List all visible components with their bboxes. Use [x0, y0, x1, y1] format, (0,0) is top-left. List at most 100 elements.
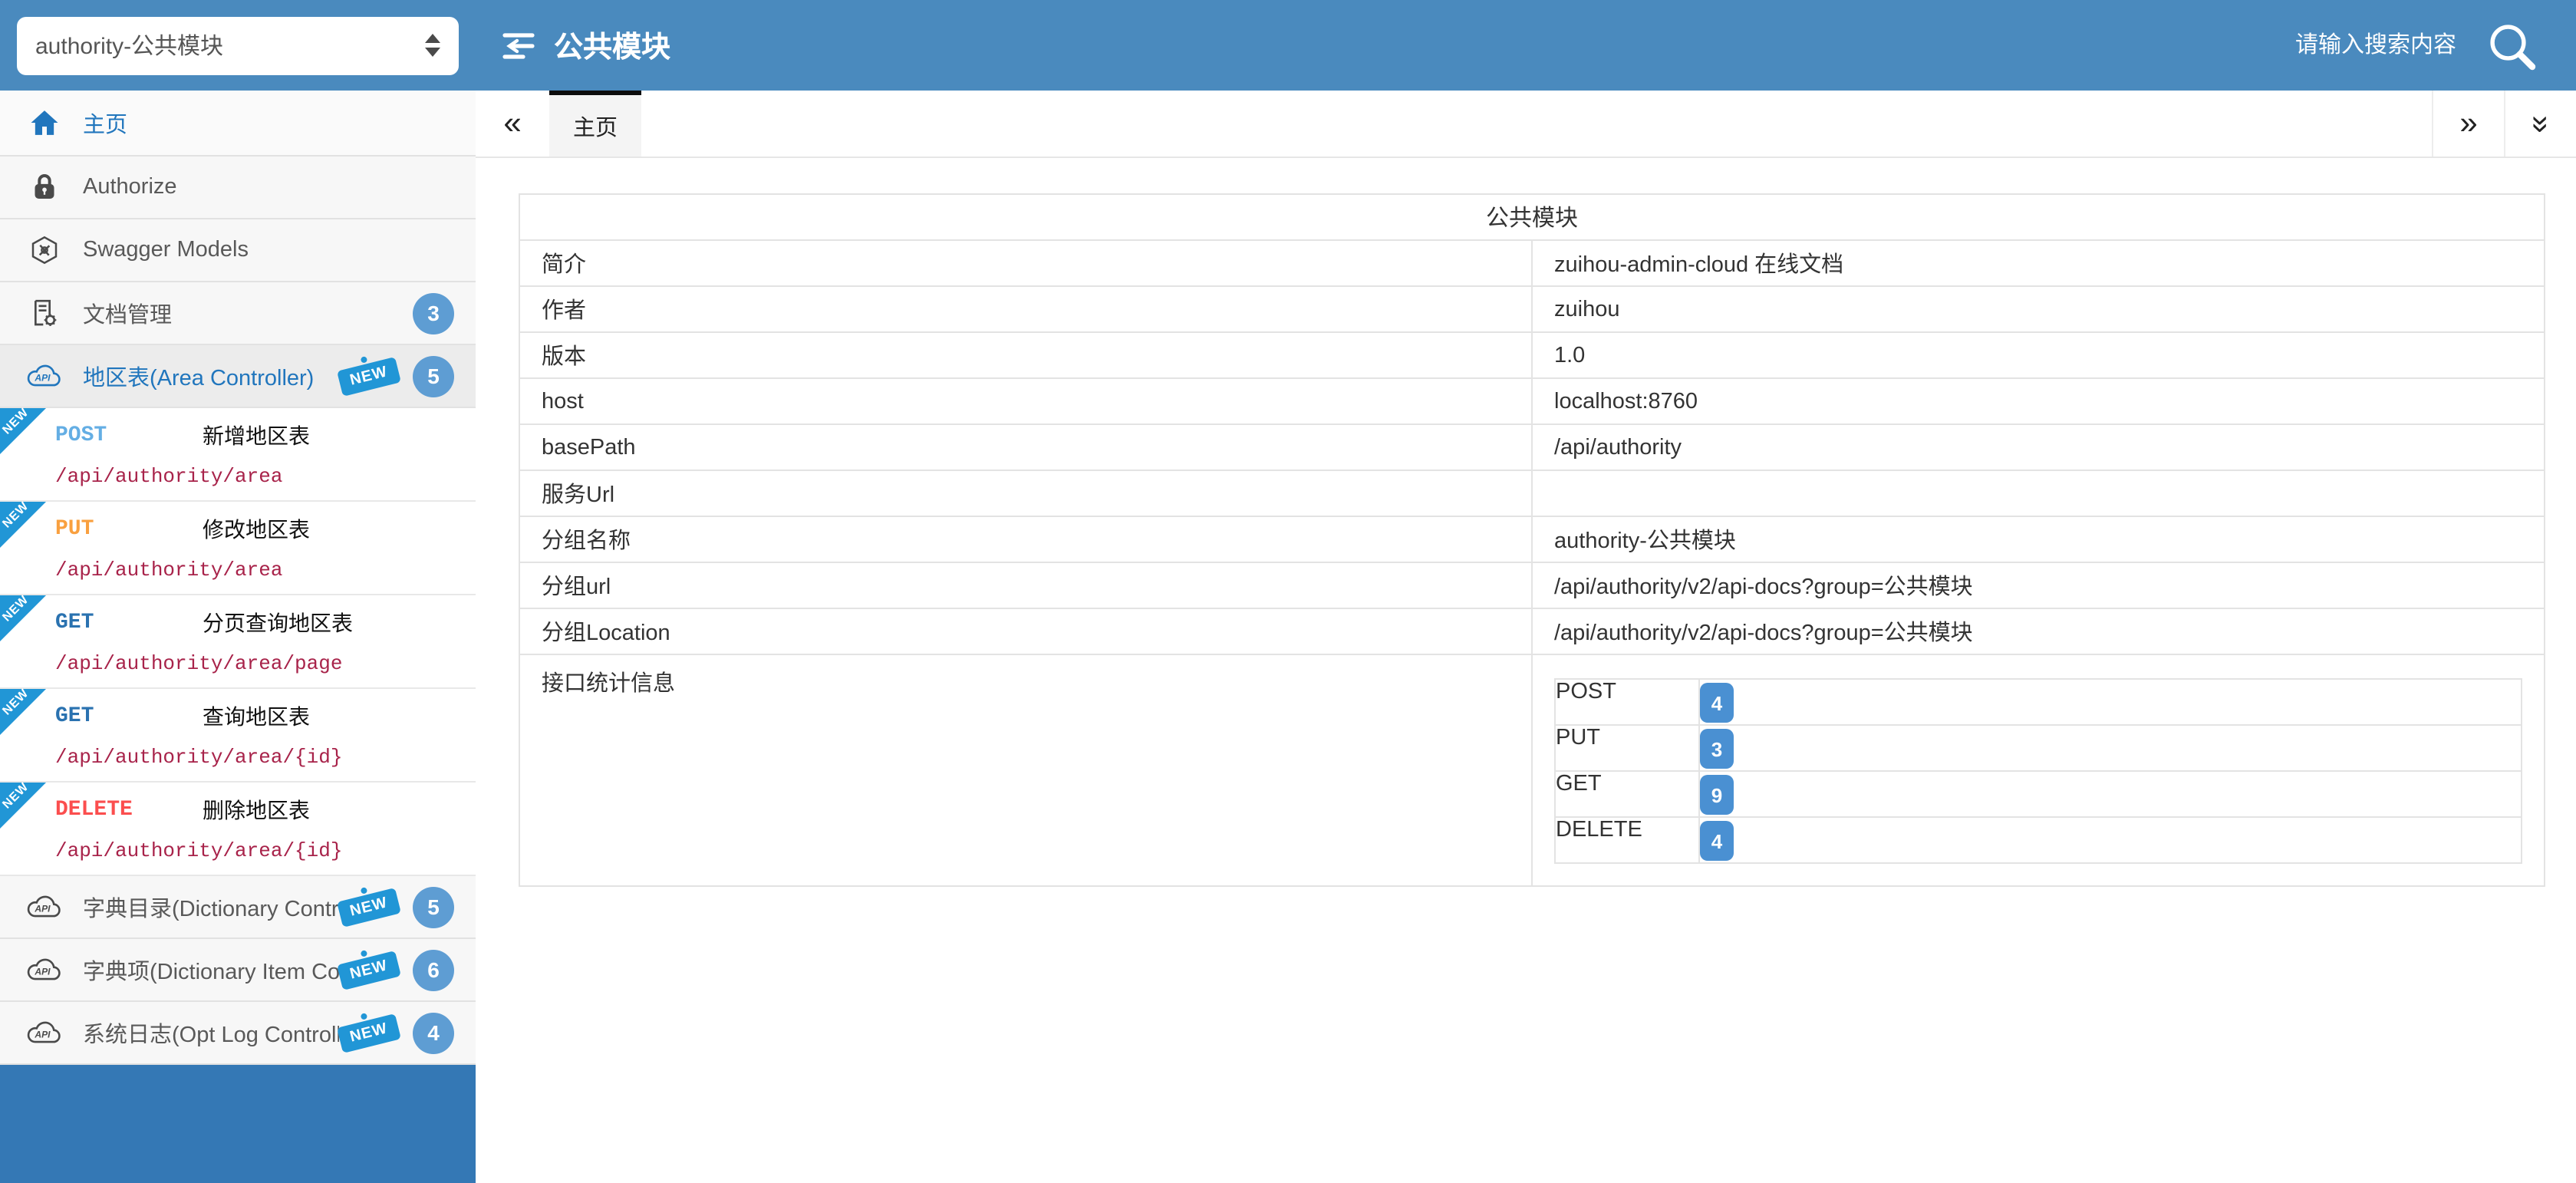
app-title: 公共模块 — [499, 25, 670, 66]
row-label: 服务Url — [519, 470, 1532, 516]
row-label: 简介 — [519, 240, 1532, 286]
module-info-table: 公共模块 简介 zuihou-admin-cloud 在线文档 作者 zuiho… — [519, 193, 2545, 887]
cloud-api-icon: API — [25, 1017, 64, 1048]
row-label: 版本 — [519, 332, 1532, 378]
row-value: POST 4 PUT 3 GET 9 DELETE — [1532, 654, 2545, 886]
stats-count-badge: 4 — [1700, 683, 1734, 723]
stats-count-badge: 4 — [1700, 821, 1734, 861]
row-value: /api/authority/v2/api-docs?group=公共模块 — [1532, 608, 2545, 654]
api-stats-table: POST 4 PUT 3 GET 9 DELETE — [1554, 678, 2522, 864]
table-row: 简介 zuihou-admin-cloud 在线文档 — [519, 240, 2545, 286]
collapse-left-icon[interactable]: « — [476, 91, 549, 157]
stats-row: PUT 3 — [1555, 725, 2522, 771]
table-row: 服务Url — [519, 470, 2545, 516]
table-title: 公共模块 — [519, 194, 2545, 240]
stats-row: GET 9 — [1555, 771, 2522, 817]
svg-text:API: API — [34, 1030, 51, 1040]
cloud-api-icon: API — [25, 891, 64, 922]
new-ribbon-icon: NEW — [0, 408, 46, 454]
group-select[interactable]: authority-公共模块 — [17, 16, 459, 74]
http-method: PUT — [55, 517, 203, 542]
svg-text:API: API — [34, 967, 51, 977]
stats-method: PUT — [1555, 725, 1699, 771]
new-tag: NEW — [337, 356, 401, 396]
table-row: 分组url /api/authority/v2/api-docs?group=公… — [519, 562, 2545, 608]
cloud-api-icon: API — [25, 361, 64, 391]
row-label: 分组Location — [519, 608, 1532, 654]
new-ribbon-icon: NEW — [0, 783, 46, 829]
sidebar-item-swagger-models[interactable]: Swagger Models — [0, 219, 476, 282]
endpoint-name: 查询地区表 — [203, 701, 310, 732]
expand-right-icon[interactable]: » — [2432, 91, 2504, 157]
sidebar-item-label: Authorize — [83, 175, 454, 199]
document-gear-icon — [25, 298, 64, 328]
count-badge: 5 — [413, 355, 454, 397]
endpoint-path: /api/authority/area/{id} — [55, 839, 466, 862]
endpoint-path: /api/authority/area — [55, 465, 466, 488]
main-content: 公共模块 简介 zuihou-admin-cloud 在线文档 作者 zuiho… — [476, 160, 2576, 1183]
endpoint-name: 修改地区表 — [203, 514, 310, 545]
row-label: 作者 — [519, 286, 1532, 332]
row-value: /api/authority/v2/api-docs?group=公共模块 — [1532, 562, 2545, 608]
endpoint-path: /api/authority/area/page — [55, 652, 466, 675]
endpoint-list: NEW POST 新增地区表 /api/authority/area NEW P… — [0, 408, 476, 876]
stats-count-badge: 9 — [1700, 775, 1734, 815]
sidebar-item-dictionary-controller[interactable]: API 字典目录(Dictionary Controller) NEW 5 — [0, 876, 476, 939]
endpoint-get-area-id[interactable]: NEW GET 查询地区表 /api/authority/area/{id} — [0, 689, 476, 783]
count-badge: 6 — [413, 949, 454, 990]
stats-method: POST — [1555, 679, 1699, 725]
endpoint-post-area[interactable]: NEW POST 新增地区表 /api/authority/area — [0, 408, 476, 502]
row-value: authority-公共模块 — [1532, 516, 2545, 562]
sidebar-item-opt-log-controller[interactable]: API 系统日志(Opt Log Controller) NEW 4 — [0, 1002, 476, 1065]
new-tag: NEW — [337, 950, 401, 990]
search-input[interactable] — [2168, 31, 2459, 60]
lock-icon — [25, 172, 64, 203]
row-value: localhost:8760 — [1532, 378, 2545, 424]
sidebar-item-label: 字典项(Dictionary Item Controller) — [83, 954, 339, 986]
row-label: 分组url — [519, 562, 1532, 608]
endpoint-put-area[interactable]: NEW PUT 修改地区表 /api/authority/area — [0, 502, 476, 595]
table-row: basePath /api/authority — [519, 424, 2545, 470]
svg-text:API: API — [34, 904, 51, 914]
endpoint-delete-area-id[interactable]: NEW DELETE 删除地区表 /api/authority/area/{id… — [0, 783, 476, 876]
row-value: zuihou — [1532, 286, 2545, 332]
sidebar-item-home[interactable]: 主页 — [0, 91, 476, 157]
sidebar: 主页 Authorize Swagger Mode — [0, 91, 476, 1183]
tab-home[interactable]: 主页 — [549, 91, 641, 157]
sidebar-item-area-controller[interactable]: API 地区表(Area Controller) NEW 5 — [0, 345, 476, 408]
row-label: basePath — [519, 424, 1532, 470]
row-value — [1532, 470, 2545, 516]
sidebar-item-authorize[interactable]: Authorize — [0, 157, 476, 219]
sidebar-item-label: 系统日志(Opt Log Controller) — [83, 1017, 339, 1049]
endpoint-path: /api/authority/area — [55, 559, 466, 582]
table-row: 分组名称 authority-公共模块 — [519, 516, 2545, 562]
new-ribbon-icon: NEW — [0, 502, 46, 548]
endpoint-name: 分页查询地区表 — [203, 608, 353, 638]
row-value: /api/authority — [1532, 424, 2545, 470]
row-label: 接口统计信息 — [519, 654, 1532, 886]
sidebar-item-dictionary-item-controller[interactable]: API 字典项(Dictionary Item Controller) NEW … — [0, 939, 476, 1002]
row-value: 1.0 — [1532, 332, 2545, 378]
count-badge: 4 — [413, 1012, 454, 1053]
filter-lines-icon — [499, 25, 539, 65]
new-ribbon-icon: NEW — [0, 595, 46, 641]
table-title-row: 公共模块 — [519, 194, 2545, 240]
stats-method: DELETE — [1555, 817, 1699, 863]
cloud-api-icon: API — [25, 954, 64, 985]
svg-text:API: API — [34, 373, 51, 384]
endpoint-name: 删除地区表 — [203, 795, 310, 825]
stats-row: POST 4 — [1555, 679, 2522, 725]
sidebar-item-label: 主页 — [83, 107, 454, 139]
table-row: host localhost:8760 — [519, 378, 2545, 424]
sidebar-item-label: 地区表(Area Controller) — [83, 360, 339, 392]
search-icon[interactable] — [2484, 18, 2539, 73]
new-tag: NEW — [337, 1013, 401, 1053]
home-icon — [25, 107, 64, 138]
endpoint-path: /api/authority/area/{id} — [55, 746, 466, 769]
table-row: 分组Location /api/authority/v2/api-docs?gr… — [519, 608, 2545, 654]
tab-bar: « 主页 » » — [476, 91, 2576, 158]
new-ribbon-icon: NEW — [0, 689, 46, 735]
double-chevron-down-icon[interactable]: » — [2504, 91, 2576, 157]
endpoint-get-area-page[interactable]: NEW GET 分页查询地区表 /api/authority/area/page — [0, 595, 476, 689]
sidebar-item-doc-manage[interactable]: 文档管理 3 — [0, 282, 476, 345]
